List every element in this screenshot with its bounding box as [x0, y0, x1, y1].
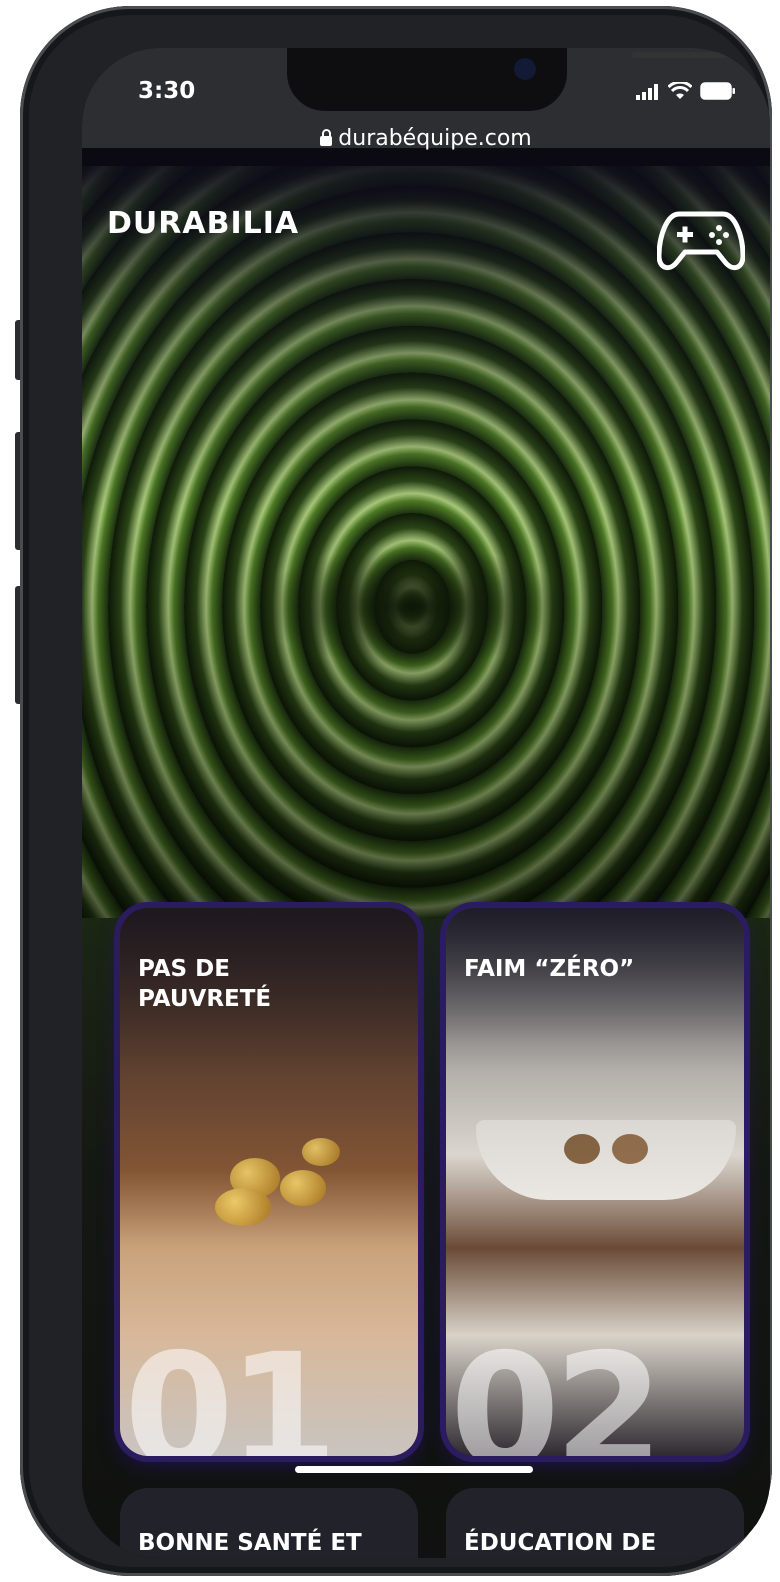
card-title: FAIM “ZÉRO”: [464, 954, 634, 984]
card-title-line: FAIM “ZÉRO”: [464, 956, 635, 982]
hero-image: [82, 166, 770, 926]
notch: [287, 48, 742, 111]
status-icons: [636, 82, 736, 100]
battery-icon: [700, 82, 735, 100]
phone-screen: 3:30 durabéquipe.com DURABILIA PAS DE PA…: [82, 48, 770, 1558]
card-title: BONNE SANTÉ ET: [138, 1530, 362, 1556]
card-title-line: PAUVRETÉ: [138, 986, 272, 1012]
card-title: PAS DE PAUVRETÉ: [138, 954, 271, 1014]
home-indicator[interactable]: [295, 1466, 533, 1473]
url-text: durabéquipe.com: [338, 126, 532, 151]
speaker: [632, 52, 742, 58]
hero-overlay: [82, 166, 770, 926]
phone-frame: 3:30 durabéquipe.com DURABILIA PAS DE PA…: [20, 6, 772, 1576]
card-title-line: PAS DE: [138, 956, 230, 982]
lock-icon: [320, 129, 333, 146]
card-number: 01: [124, 1320, 338, 1456]
goal-card-02[interactable]: FAIM “ZÉRO” 02: [446, 908, 744, 1456]
camera: [514, 58, 536, 80]
status-bar: 3:30 durabéquipe.com: [82, 48, 770, 151]
card-title: ÉDUCATION DE: [464, 1530, 657, 1556]
goal-card-01[interactable]: PAS DE PAUVRETÉ 01: [120, 908, 418, 1456]
status-time: 3:30: [138, 78, 196, 104]
signal-icon: [636, 84, 658, 100]
brand-logo[interactable]: DURABILIA: [107, 206, 299, 241]
wifi-icon: [668, 82, 692, 99]
card-number: 02: [450, 1320, 664, 1456]
goal-card-04[interactable]: ÉDUCATION DE: [446, 1488, 744, 1558]
gamepad-icon[interactable]: [657, 206, 745, 274]
address-bar[interactable]: durabéquipe.com: [82, 126, 770, 151]
goal-card-03[interactable]: BONNE SANTÉ ET: [120, 1488, 418, 1558]
